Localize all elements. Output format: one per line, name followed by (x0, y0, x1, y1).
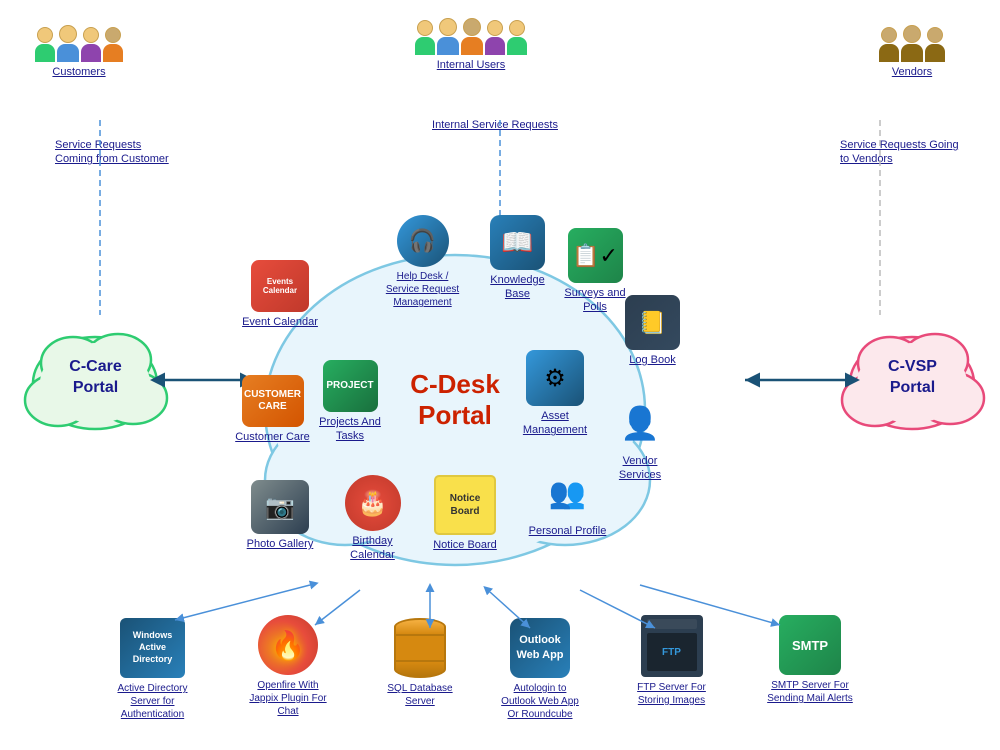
internal-users-node: Internal Users (415, 18, 527, 72)
customers-node: Customers (35, 25, 123, 79)
autologin-icon: OutlookWeb App (510, 618, 570, 678)
help-desk-label: Help Desk / Service Request Management (380, 270, 465, 309)
asset-icon: ⚙ (526, 350, 584, 406)
cvsp-cloud-svg (835, 318, 990, 438)
autologin-node: OutlookWeb App Autologin to Outlook Web … (490, 618, 590, 721)
autologin-label: Autologin to Outlook Web App Or Roundcub… (495, 682, 585, 721)
sql-database-label: SQL Database Server (375, 682, 465, 708)
vendors-icon (879, 25, 945, 62)
service-requests-customer-node: Service Requests Coming from Customer (55, 135, 175, 167)
customer-care-label: Customer Care (235, 430, 310, 444)
ccare-cloud: C-CarePortal (18, 318, 173, 438)
sql-database-icon (391, 618, 449, 678)
birthday-label: Birthday Calendar (330, 534, 415, 563)
event-calendar-label: Event Calendar (242, 315, 318, 329)
ccare-cloud-svg (18, 318, 173, 438)
knowledge-base-icon: 📖 (490, 215, 545, 270)
asset-management-node: ⚙ Asset Management (515, 350, 595, 438)
openfire-node: 🔥 Openfire With Jappix Plugin For Chat (238, 615, 338, 718)
internal-users-label: Internal Users (437, 58, 505, 72)
personal-profile-icon: 👥 (538, 465, 598, 521)
photo-gallery-node: 📷 Photo Gallery (240, 480, 320, 551)
openfire-label: Openfire With Jappix Plugin For Chat (243, 679, 333, 718)
diagram: Customers Service Requests Coming from C… (0, 0, 1000, 750)
active-directory-label: Active Directory Server for Authenticati… (108, 682, 198, 721)
help-desk-icon: 🎧 (397, 215, 449, 267)
internal-service-requests-label: Internal Service Requests (432, 118, 558, 132)
internal-service-requests-node: Internal Service Requests (430, 115, 560, 132)
main-cloud: C-DeskPortal EventsCalendar Event Calend… (215, 210, 695, 590)
logbook-icon: 📒 (625, 295, 680, 350)
asset-label: Asset Management (515, 409, 595, 438)
photo-gallery-label: Photo Gallery (247, 537, 314, 551)
birthday-icon: 🎂 (345, 475, 401, 531)
cvsp-cloud: C-VSPPortal (835, 318, 990, 438)
service-requests-customer-label: Service Requests Coming from Customer (55, 138, 175, 167)
active-directory-icon: WindowsActiveDirectory (120, 618, 185, 678)
birthday-calendar-node: 🎂 Birthday Calendar (330, 475, 415, 563)
projects-node: PROJECT Projects And Tasks (310, 360, 390, 444)
internal-users-icon (415, 18, 527, 55)
photo-gallery-icon: 📷 (251, 480, 309, 534)
personal-profile-node: 👥 Personal Profile (525, 465, 610, 538)
customer-care-node: CUSTOMERCARE Customer Care (230, 375, 315, 444)
vendors-node: Vendors (879, 25, 945, 79)
vendor-services-node: 👤 Vendor Services (600, 395, 680, 483)
knowledge-base-node: 📖 Knowledge Base (480, 215, 555, 302)
customer-care-icon: CUSTOMERCARE (242, 375, 304, 427)
logbook-label: Log Book (629, 353, 675, 367)
vendor-services-icon: 👤 (615, 395, 665, 451)
smtp-server-label: SMTP Server For Sending Mail Alerts (765, 679, 855, 705)
surveys-icon: 📋✓ (568, 228, 623, 283)
event-calendar-icon: EventsCalendar (251, 260, 309, 312)
ftp-server-node: FTP FTP Server For Storing Images (624, 615, 719, 707)
smtp-server-icon: SMTP (779, 615, 841, 675)
event-calendar-node: EventsCalendar Event Calendar (235, 260, 325, 329)
notice-board-node: NoticeBoard Notice Board (425, 475, 505, 552)
notice-board-icon: NoticeBoard (434, 475, 496, 535)
service-requests-vendors-node: Service Requests Going to Vendors (840, 135, 960, 167)
logbook-node: 📒 Log Book (615, 295, 690, 367)
ftp-server-label: FTP Server For Storing Images (627, 681, 717, 707)
notice-board-label: Notice Board (433, 538, 497, 552)
projects-icon: PROJECT (323, 360, 378, 412)
smtp-server-node: SMTP SMTP Server For Sending Mail Alerts (760, 615, 860, 705)
ftp-server-icon: FTP (641, 615, 703, 677)
openfire-icon: 🔥 (258, 615, 318, 675)
service-requests-vendors-label: Service Requests Going to Vendors (840, 138, 960, 167)
help-desk-node: 🎧 Help Desk / Service Request Management (380, 215, 465, 309)
projects-label: Projects And Tasks (310, 415, 390, 444)
personal-profile-label: Personal Profile (529, 524, 607, 538)
active-directory-node: WindowsActiveDirectory Active Directory … (105, 618, 200, 721)
knowledge-base-label: Knowledge Base (480, 273, 555, 302)
vendors-label: Vendors (892, 65, 932, 79)
customers-icon (35, 25, 123, 62)
vendor-services-label: Vendor Services (600, 454, 680, 483)
sql-database-node: SQL Database Server (375, 618, 465, 708)
customers-label: Customers (52, 65, 105, 79)
